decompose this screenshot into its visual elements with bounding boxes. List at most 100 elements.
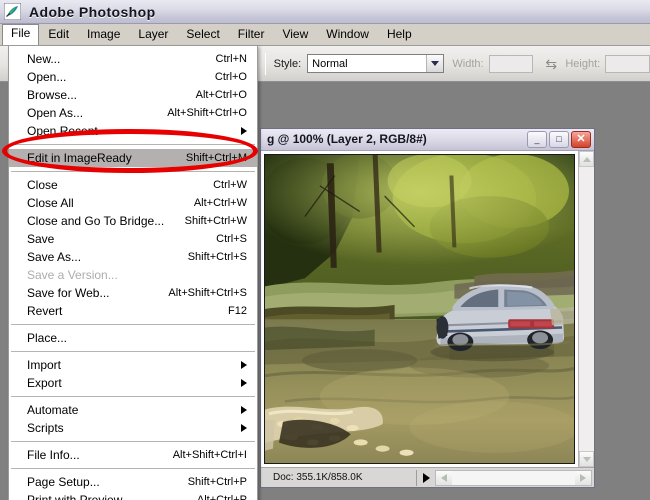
style-label: Style: xyxy=(273,57,302,70)
menubar-item-image[interactable]: Image xyxy=(78,25,129,45)
vertical-scrollbar[interactable] xyxy=(578,151,594,467)
menubar-item-layer[interactable]: Layer xyxy=(129,25,177,45)
document-body xyxy=(261,151,594,467)
canvas-area[interactable] xyxy=(261,151,578,467)
menu-item-label: File Info... xyxy=(27,448,80,462)
menu-item-save-as[interactable]: Save As... Shift+Ctrl+S xyxy=(9,248,257,266)
menubar-item-select[interactable]: Select xyxy=(177,25,228,45)
menu-item-scripts[interactable]: Scripts xyxy=(9,419,257,437)
menu-item-shortcut: Ctrl+S xyxy=(216,233,247,245)
menubar-item-window[interactable]: Window xyxy=(317,25,378,45)
file-menu-dropdown: New... Ctrl+N Open... Ctrl+O Browse... A… xyxy=(8,45,258,500)
minimize-button[interactable]: _ xyxy=(527,131,547,148)
creek-car-photograph xyxy=(265,155,574,463)
menu-item-shortcut: F12 xyxy=(228,305,247,317)
menubar-item-help[interactable]: Help xyxy=(378,25,421,45)
menu-item-shortcut: Alt+Shift+Ctrl+I xyxy=(172,449,247,461)
menu-item-shortcut: Shift+Ctrl+M xyxy=(185,152,247,164)
menu-item-place[interactable]: Place... xyxy=(9,329,257,347)
menu-item-label: New... xyxy=(27,52,61,66)
document-window: g @ 100% (Layer 2, RGB/8#) _ □ ✕ Doc: 35… xyxy=(260,128,595,488)
menu-item-label: Save a Version... xyxy=(27,268,118,282)
menu-item-automate[interactable]: Automate xyxy=(9,401,257,419)
menu-item-save-for-web[interactable]: Save for Web... Alt+Shift+Ctrl+S xyxy=(9,284,257,302)
menu-item-file-info[interactable]: File Info... Alt+Shift+Ctrl+I xyxy=(9,446,257,464)
submenu-arrow-icon xyxy=(241,406,247,414)
menu-item-label: Page Setup... xyxy=(27,475,100,489)
scroll-up-icon[interactable] xyxy=(579,151,594,167)
menu-item-edit-in-imageready[interactable]: Edit in ImageReady Shift+Ctrl+M xyxy=(9,149,257,167)
menu-item-save[interactable]: Save Ctrl+S xyxy=(9,230,257,248)
menu-item-shortcut: Alt+Ctrl+P xyxy=(196,494,247,500)
menu-item-open[interactable]: Open... Ctrl+O xyxy=(9,68,257,86)
scroll-down-icon[interactable] xyxy=(579,451,594,467)
menu-item-print-with-preview[interactable]: Print with Preview... Alt+Ctrl+P xyxy=(9,491,257,500)
document-titlebar[interactable]: g @ 100% (Layer 2, RGB/8#) _ □ ✕ xyxy=(261,129,594,151)
menu-item-label: Close All xyxy=(27,196,74,210)
menu-item-save-a-version: Save a Version... xyxy=(9,266,257,284)
menu-item-open-recent[interactable]: Open Recent xyxy=(9,122,257,140)
document-title: g @ 100% (Layer 2, RGB/8#) xyxy=(267,132,427,146)
height-label: Height: xyxy=(565,57,601,70)
menubar-item-file[interactable]: File xyxy=(2,24,40,45)
document-size-status[interactable]: Doc: 355.1K/858.0K xyxy=(267,469,417,486)
options-divider xyxy=(264,52,266,75)
menu-item-browse[interactable]: Browse... Alt+Ctrl+O xyxy=(9,86,257,104)
menu-item-open-as[interactable]: Open As... Alt+Shift+Ctrl+O xyxy=(9,104,257,122)
menu-separator xyxy=(11,441,255,442)
submenu-arrow-icon xyxy=(241,361,247,369)
menu-item-label: Export xyxy=(27,376,62,390)
style-select-value: Normal xyxy=(312,57,348,70)
scroll-left-icon[interactable] xyxy=(436,470,452,485)
menu-item-revert[interactable]: Revert F12 xyxy=(9,302,257,320)
height-input[interactable] xyxy=(605,54,650,73)
menu-item-shortcut: Alt+Shift+Ctrl+S xyxy=(168,287,247,299)
photo-image xyxy=(264,154,575,464)
menu-item-import[interactable]: Import xyxy=(9,356,257,374)
swap-dimensions-icon[interactable]: ⇆ xyxy=(545,57,557,71)
menu-item-shortcut: Alt+Ctrl+O xyxy=(195,89,247,101)
menu-item-label: Open Recent xyxy=(27,124,98,138)
menu-item-label: Save xyxy=(27,232,55,246)
menu-item-close-and-go-to-bridge[interactable]: Close and Go To Bridge... Shift+Ctrl+W xyxy=(9,212,257,230)
menubar-item-filter[interactable]: Filter xyxy=(229,25,274,45)
menu-item-label: Close xyxy=(27,178,58,192)
menu-item-close[interactable]: Close Ctrl+W xyxy=(9,176,257,194)
menu-item-shortcut: Shift+Ctrl+W xyxy=(184,215,247,227)
menu-separator xyxy=(11,144,255,145)
submenu-arrow-icon xyxy=(241,127,247,135)
close-button[interactable]: ✕ xyxy=(571,131,591,148)
application-title: Adobe Photoshop xyxy=(29,3,156,20)
menu-item-shortcut: Ctrl+N xyxy=(215,53,247,65)
menu-item-export[interactable]: Export xyxy=(9,374,257,392)
maximize-button[interactable]: □ xyxy=(549,131,569,148)
menu-item-new[interactable]: New... Ctrl+N xyxy=(9,50,257,68)
scroll-right-icon[interactable] xyxy=(575,470,591,485)
menu-item-label: Open... xyxy=(27,70,67,84)
style-select[interactable]: Normal xyxy=(307,54,445,73)
menu-item-label: Import xyxy=(27,358,62,372)
menu-item-page-setup[interactable]: Page Setup... Shift+Ctrl+P xyxy=(9,473,257,491)
menu-separator xyxy=(11,396,255,397)
menu-item-shortcut: Ctrl+W xyxy=(213,179,247,191)
width-input[interactable] xyxy=(488,54,534,73)
status-menu-arrow-icon[interactable] xyxy=(417,472,435,483)
menu-item-shortcut: Alt+Ctrl+W xyxy=(193,197,247,209)
menu-item-label: Place... xyxy=(27,331,68,345)
menu-item-shortcut: Shift+Ctrl+P xyxy=(187,476,247,488)
horizontal-scroll-track[interactable] xyxy=(452,470,575,485)
menu-item-label: Open As... xyxy=(27,106,84,120)
submenu-arrow-icon xyxy=(241,424,247,432)
menu-item-label: Browse... xyxy=(27,88,78,102)
submenu-arrow-icon xyxy=(241,379,247,387)
menubar-item-view[interactable]: View xyxy=(273,25,317,45)
chevron-down-icon[interactable] xyxy=(426,55,444,72)
menu-item-close-all[interactable]: Close All Alt+Ctrl+W xyxy=(9,194,257,212)
menu-item-shortcut: Ctrl+O xyxy=(214,71,247,83)
application-titlebar: Adobe Photoshop xyxy=(0,0,650,24)
horizontal-scrollbar[interactable] xyxy=(435,469,592,486)
menu-item-label: Scripts xyxy=(27,421,64,435)
menu-item-label: Save As... xyxy=(27,250,82,264)
menubar-item-edit[interactable]: Edit xyxy=(39,25,78,45)
menu-item-label: Close and Go To Bridge... xyxy=(27,214,165,228)
